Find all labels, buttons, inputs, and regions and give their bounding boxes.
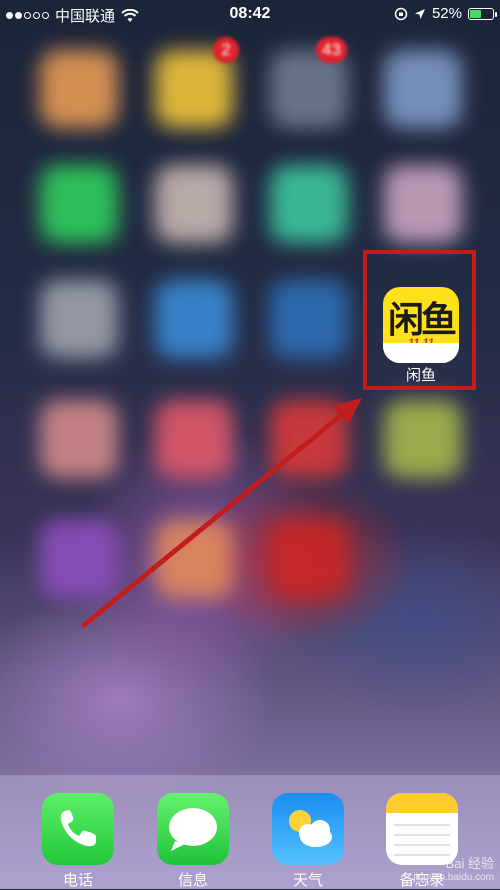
phone-icon — [42, 793, 114, 865]
dock-label: 电话 — [62, 872, 93, 889]
messages-icon — [157, 793, 229, 865]
watermark-line1: Bai 经验 — [445, 856, 494, 871]
dock-label: 信息 — [177, 872, 208, 889]
annotation-arrow — [81, 398, 362, 628]
weather-icon — [272, 793, 344, 865]
watermark: Bai 经验 jingyan.baidu.com — [413, 853, 494, 883]
dock-item-phone[interactable]: 电话 — [40, 793, 116, 890]
dock-label: 天气 — [292, 872, 323, 889]
watermark-line2: jingyan.baidu.com — [413, 872, 494, 883]
dock-item-weather[interactable]: 天气 — [270, 793, 346, 890]
dock-item-messages[interactable]: 信息 — [155, 793, 231, 890]
